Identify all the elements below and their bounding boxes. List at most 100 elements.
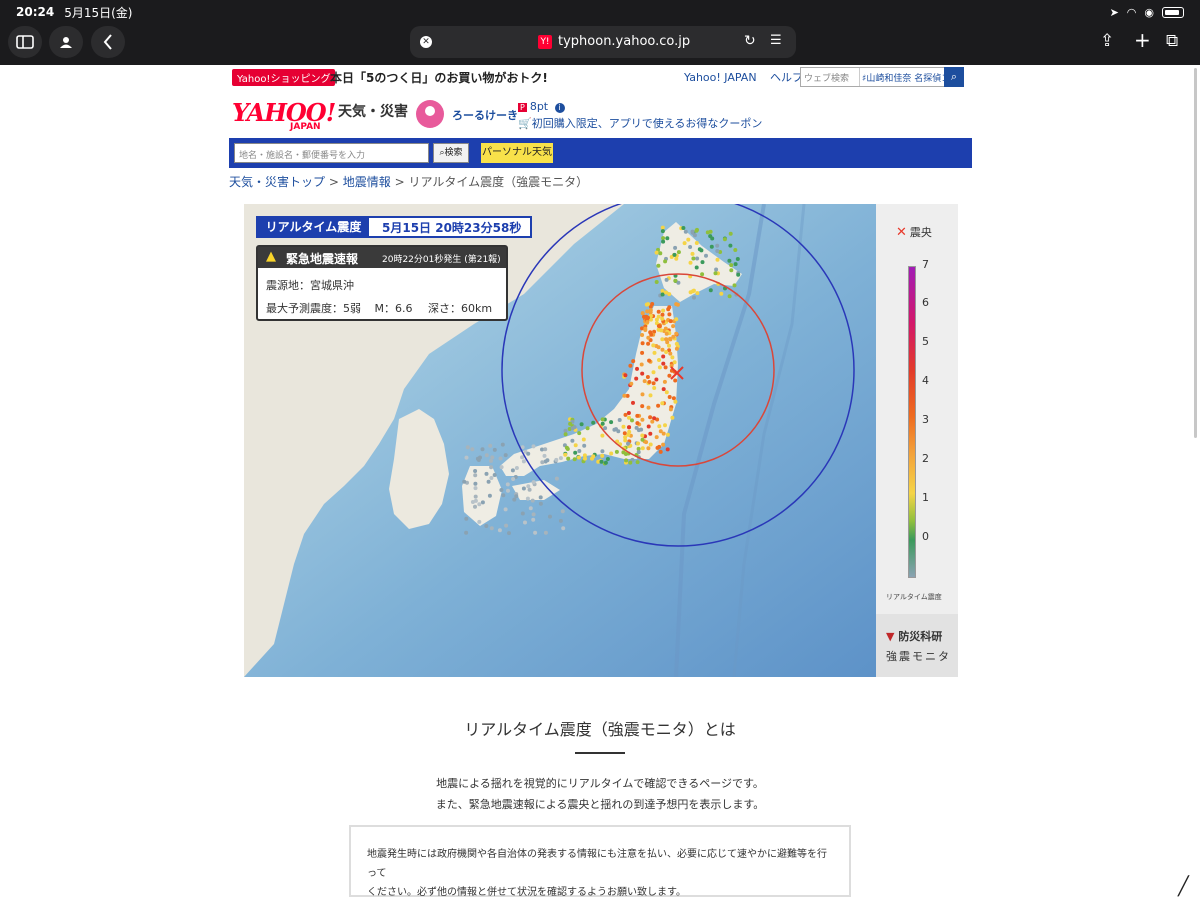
new-tab-icon[interactable]: + bbox=[1134, 28, 1151, 52]
breadcrumb-weather-top[interactable]: 天気・災害トップ bbox=[229, 175, 325, 189]
station-dot bbox=[489, 526, 494, 531]
station-dot bbox=[484, 471, 489, 476]
station-dot bbox=[573, 450, 578, 455]
station-dot bbox=[651, 343, 656, 348]
station-dot bbox=[654, 377, 659, 382]
tabs-icon[interactable]: ⧉ bbox=[1166, 31, 1178, 51]
station-dot bbox=[566, 456, 571, 461]
station-dot bbox=[652, 386, 657, 390]
station-dot bbox=[648, 393, 653, 398]
station-dot bbox=[554, 457, 559, 462]
station-dot bbox=[542, 453, 547, 458]
trend-keyword[interactable]: ♯山崎和佳奈 名探偵コナン bbox=[859, 68, 945, 86]
reload-icon[interactable]: ↻ bbox=[744, 33, 756, 49]
station-dot bbox=[651, 381, 656, 386]
station-dot bbox=[577, 449, 582, 453]
station-dot bbox=[640, 341, 645, 346]
station-dot bbox=[477, 519, 482, 524]
station-dot bbox=[697, 247, 702, 252]
station-dot bbox=[647, 380, 652, 384]
search-button[interactable]: ⌕検索 bbox=[433, 143, 469, 163]
station-dot bbox=[533, 530, 538, 535]
station-dot bbox=[623, 373, 628, 378]
station-dot bbox=[660, 347, 665, 352]
share-icon[interactable]: ⇪ bbox=[1100, 31, 1114, 51]
station-dot bbox=[673, 399, 678, 404]
web-search-input[interactable]: ウェブ検索 bbox=[804, 71, 849, 84]
coupon-link[interactable]: 🛒初回購入限定、アプリで使えるお得なクーポン bbox=[518, 115, 762, 131]
station-dot bbox=[640, 404, 645, 409]
chevron-left-icon bbox=[103, 34, 112, 50]
tab-overview-icon[interactable]: ☰ bbox=[770, 33, 782, 48]
max-intensity-label: 最大予測震度： bbox=[266, 302, 343, 315]
breadcrumb-earthquake[interactable]: 地震情報 bbox=[343, 175, 391, 189]
service-title[interactable]: 天気・災害 bbox=[338, 101, 408, 121]
station-dot bbox=[554, 476, 559, 481]
station-dot bbox=[487, 493, 492, 498]
station-dot bbox=[714, 267, 719, 272]
status-time: 20:24 bbox=[16, 5, 55, 19]
help-link[interactable]: ヘルプ bbox=[770, 71, 803, 84]
station-dot bbox=[656, 263, 661, 268]
user-name[interactable]: ろーるけーき bbox=[452, 107, 518, 123]
magnitude-value: 6.6 bbox=[395, 302, 413, 315]
station-dot bbox=[671, 324, 676, 329]
station-dot bbox=[640, 437, 645, 442]
epicenter-legend: ✕ 震央 bbox=[896, 224, 932, 240]
station-dot bbox=[635, 366, 639, 371]
location-search-input[interactable]: 地名・施設名・郵便番号を入力 bbox=[234, 143, 429, 163]
station-dot bbox=[521, 459, 526, 464]
station-dot bbox=[634, 425, 639, 430]
personal-weather-button[interactable]: パーソナル天気 bbox=[481, 143, 553, 163]
search-icon[interactable]: ⌕ bbox=[944, 67, 964, 87]
station-dot bbox=[486, 479, 491, 484]
station-dot bbox=[719, 291, 724, 296]
station-dot bbox=[528, 506, 533, 511]
about-title: リアルタイム震度（強震モニタ）とは bbox=[464, 720, 736, 739]
legend-tick-0: 0 bbox=[922, 530, 929, 543]
station-dot bbox=[538, 501, 543, 506]
shopping-tag[interactable]: Yahoo!ショッピング bbox=[232, 69, 336, 86]
station-dot bbox=[715, 257, 720, 262]
battery-icon bbox=[1162, 6, 1184, 18]
station-dot bbox=[603, 426, 608, 431]
station-dot bbox=[642, 379, 647, 384]
address-bar[interactable]: ✕ Y! typhoon.yahoo.co.jp ↻ ☰ bbox=[410, 26, 796, 58]
status-icons: ➤ ◠ ◉ bbox=[1110, 6, 1184, 19]
close-icon[interactable]: ✕ bbox=[420, 36, 432, 48]
promo-text[interactable]: 本日「5のつく日」のお買い物がおトク! bbox=[330, 69, 548, 86]
station-dot bbox=[526, 484, 531, 489]
station-dot bbox=[652, 350, 657, 355]
station-dot bbox=[640, 311, 645, 316]
epicenter-x-icon: ✕ bbox=[896, 225, 907, 240]
station-dot bbox=[473, 473, 478, 478]
station-dot bbox=[492, 447, 497, 452]
station-dot bbox=[665, 432, 670, 437]
station-dot bbox=[674, 331, 679, 336]
station-dot bbox=[499, 488, 504, 492]
station-dot bbox=[635, 413, 640, 418]
eew-panel: ▲ 緊急地震速報 20時22分01秒発生 (第21報) 震源地：宮城県沖 最大予… bbox=[256, 245, 508, 321]
yahoo-logo[interactable]: YAHOO! JAPAN bbox=[232, 98, 336, 132]
points-link[interactable]: P 8pt i bbox=[518, 100, 565, 113]
provider-credit[interactable]: ▼ 防災科研 強震モニタ bbox=[876, 614, 958, 677]
station-dot bbox=[600, 453, 605, 458]
yahoo-japan-link[interactable]: Yahoo! JAPAN bbox=[684, 71, 757, 84]
back-button[interactable] bbox=[91, 26, 125, 58]
breadcrumb-separator: > bbox=[394, 175, 405, 189]
station-dot bbox=[660, 316, 665, 321]
about-description: 地震による揺れを視覚的にリアルタイムで確認できるページです。 また、緊急地震速報… bbox=[0, 773, 1200, 815]
profile-button[interactable] bbox=[49, 26, 83, 58]
station-dot bbox=[506, 488, 510, 493]
sidebar-toggle-button[interactable] bbox=[8, 26, 42, 58]
logo-sub: JAPAN bbox=[290, 122, 321, 132]
eew-title: 緊急地震速報 bbox=[286, 252, 359, 266]
station-dot bbox=[656, 327, 661, 332]
station-dot bbox=[600, 417, 605, 422]
station-dot bbox=[623, 438, 628, 443]
station-dot bbox=[599, 459, 604, 464]
scrollbar[interactable] bbox=[1194, 68, 1197, 438]
avatar[interactable] bbox=[416, 100, 444, 128]
station-dot bbox=[629, 381, 634, 386]
coupon-text: 初回購入限定、アプリで使えるお得なクーポン bbox=[531, 117, 763, 130]
